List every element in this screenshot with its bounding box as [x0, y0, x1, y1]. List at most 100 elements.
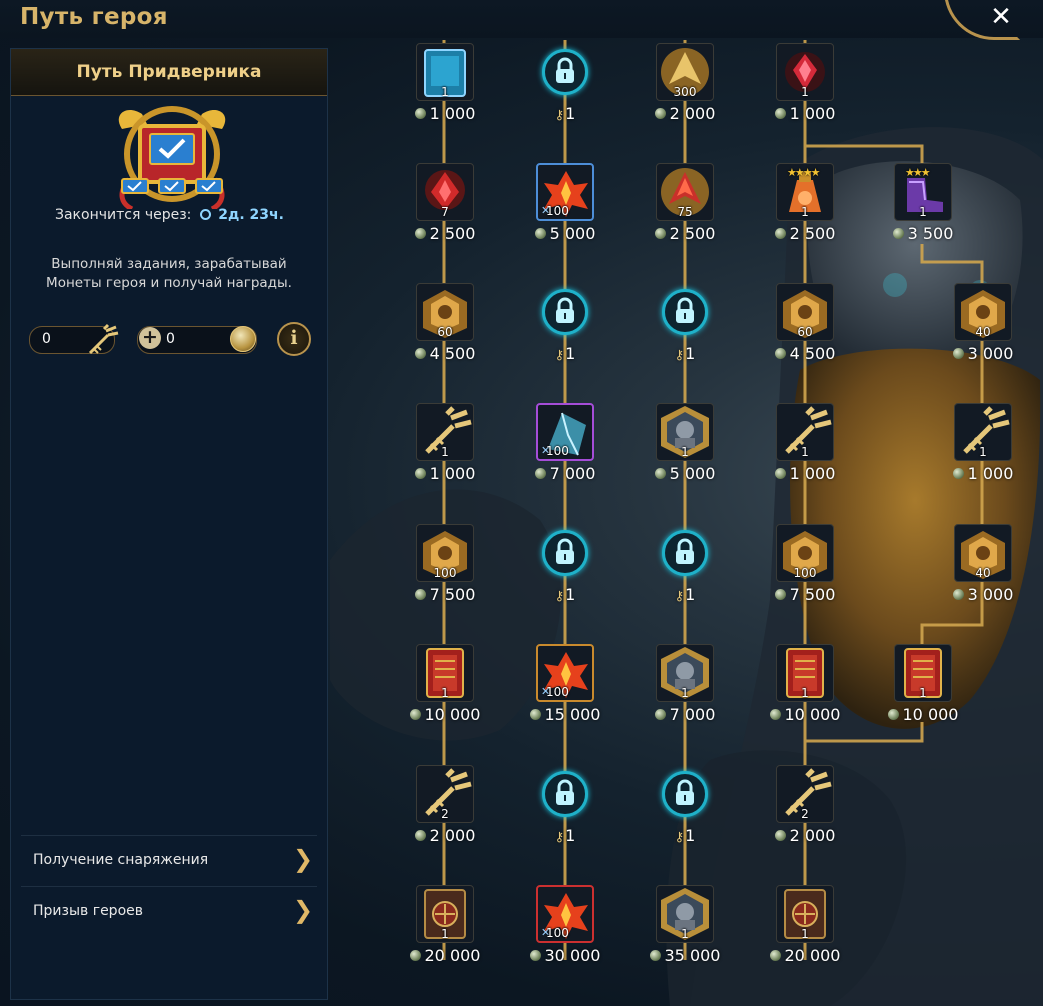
price-value: 7 000	[669, 705, 716, 724]
hero-portrait-icon: 1	[656, 885, 714, 943]
price-value: 1 000	[967, 464, 1014, 483]
locked-node[interactable]: ⚷1	[648, 765, 722, 845]
price-value: 1 000	[789, 464, 836, 483]
unlock-cost-value: 1	[565, 826, 576, 845]
golden-key-icon: ⚷	[674, 589, 685, 604]
reward-node[interactable]: 75 2 500	[648, 163, 722, 243]
reward-node[interactable]: 100 7 500	[768, 524, 842, 604]
reward-node[interactable]: ★★★★ 1 2 500	[768, 163, 842, 243]
gold-chest-icon: 60	[416, 283, 474, 341]
hero-coin-icon	[414, 108, 426, 119]
price-value: 4 500	[429, 344, 476, 363]
unlock-cost: ⚷1	[528, 826, 602, 845]
reward-node[interactable]: ✕ 100 5 000	[528, 163, 602, 243]
price-value: 3 000	[967, 585, 1014, 604]
tome-icon: 1	[776, 885, 834, 943]
reward-node[interactable]: 1 20 000	[768, 885, 842, 965]
locked-node[interactable]: ⚷1	[528, 765, 602, 845]
branch-reward-node[interactable]: ★★★ 1 3 500	[886, 163, 960, 243]
reward-node[interactable]: 1 5 000	[648, 403, 722, 483]
locked-node[interactable]: ⚷1	[648, 524, 722, 604]
price-value: 3 500	[907, 224, 954, 243]
branch-reward-node[interactable]: 1 10 000	[886, 644, 960, 724]
reward-node[interactable]: 1 10 000	[768, 644, 842, 724]
orange-potion-icon: ★★★★ 1	[776, 163, 834, 221]
reward-quantity: 7	[441, 205, 449, 219]
reward-node[interactable]: 1 10 000	[408, 644, 482, 724]
hero-coin-icon	[409, 709, 421, 720]
reward-quantity: 100	[546, 204, 569, 218]
gold-chest-icon: 40	[954, 283, 1012, 341]
reward-node[interactable]: 1 35 000	[648, 885, 722, 965]
unlock-cost: ⚷1	[648, 585, 722, 604]
reward-quantity: 1	[441, 445, 449, 459]
branch-reward-node[interactable]: 1 1 000	[946, 403, 1020, 483]
reward-node[interactable]: ✕ 100 7 000	[528, 403, 602, 483]
reward-node[interactable]: ✕ 100 15 000	[528, 644, 602, 724]
reward-node[interactable]: 100 7 500	[408, 524, 482, 604]
reward-node[interactable]: 2 2 000	[408, 765, 482, 845]
locked-node[interactable]: ⚷1	[648, 283, 722, 363]
reward-node[interactable]: 1 20 000	[408, 885, 482, 965]
price-value: 2 500	[789, 224, 836, 243]
reward-quantity: 1	[801, 85, 809, 99]
hero-path-screen: Путь героя ✕ Путь Придверника Закончится…	[0, 0, 1043, 1006]
reward-price: 3 000	[946, 344, 1020, 363]
locked-node[interactable]: ⚷1	[528, 43, 602, 123]
reward-price: 7 000	[648, 705, 722, 724]
price-value: 2 000	[429, 826, 476, 845]
hero-coin-icon	[774, 108, 786, 119]
locked-node[interactable]: ⚷1	[528, 524, 602, 604]
reward-quantity: 40	[975, 325, 991, 339]
reward-quantity: 75	[677, 205, 693, 219]
blue-tome-icon: 1	[416, 43, 474, 101]
reward-node[interactable]: 1 7 000	[648, 644, 722, 724]
price-value: 1 000	[429, 464, 476, 483]
fire-leaf-icon: ✕ 100	[536, 163, 594, 221]
reward-node[interactable]: 7 2 500	[408, 163, 482, 243]
reward-quantity: 300	[673, 85, 697, 99]
reward-node[interactable]: 60 4 500	[408, 283, 482, 363]
hero-coin-icon	[534, 228, 546, 239]
reward-quantity: 60	[437, 325, 453, 339]
reward-node[interactable]: ✕ 100 30 000	[528, 885, 602, 965]
golden-key-icon: ⚷	[554, 108, 565, 123]
hero-coin-icon	[414, 589, 426, 600]
price-value: 1 000	[789, 104, 836, 123]
reward-quantity: 100	[793, 566, 817, 580]
reward-node[interactable]: 1 1 000	[408, 43, 482, 123]
golden-key-icon: ⚷	[554, 830, 565, 845]
reward-price: 10 000	[886, 705, 960, 724]
unlock-cost-value: 1	[685, 344, 696, 363]
padlock-icon	[662, 289, 708, 335]
locked-node[interactable]: ⚷1	[528, 283, 602, 363]
red-gem-icon: 1	[776, 43, 834, 101]
padlock-icon	[542, 530, 588, 576]
branch-reward-node[interactable]: 40 3 000	[946, 524, 1020, 604]
gold-key-icon: 1	[776, 403, 834, 461]
hero-coin-icon	[952, 348, 964, 359]
gold-chest-icon: 100	[416, 524, 474, 582]
reward-node[interactable]: 1 1 000	[408, 403, 482, 483]
price-value: 2 500	[669, 224, 716, 243]
hero-coin-icon	[529, 950, 541, 961]
hero-coin-icon	[409, 950, 421, 961]
reward-price: 7 000	[528, 464, 602, 483]
reward-node[interactable]: 300 2 000	[648, 43, 722, 123]
reward-price: 2 000	[408, 826, 482, 845]
reward-node[interactable]: 60 4 500	[768, 283, 842, 363]
reward-node[interactable]: 1 1 000	[768, 403, 842, 483]
ice-shard-icon: ✕ 100	[536, 403, 594, 461]
reward-quantity: 1	[801, 445, 809, 459]
hero-coin-icon	[414, 468, 426, 479]
branch-reward-node[interactable]: 40 3 000	[946, 283, 1020, 363]
reward-price: 2 000	[768, 826, 842, 845]
reward-node[interactable]: 1 1 000	[768, 43, 842, 123]
hero-coin-icon	[649, 950, 661, 961]
hero-coin-icon	[769, 709, 781, 720]
gold-chest-icon: 60	[776, 283, 834, 341]
price-value: 7 000	[549, 464, 596, 483]
reward-node[interactable]: 2 2 000	[768, 765, 842, 845]
hero-coin-icon	[654, 468, 666, 479]
reward-price: 2 500	[768, 224, 842, 243]
